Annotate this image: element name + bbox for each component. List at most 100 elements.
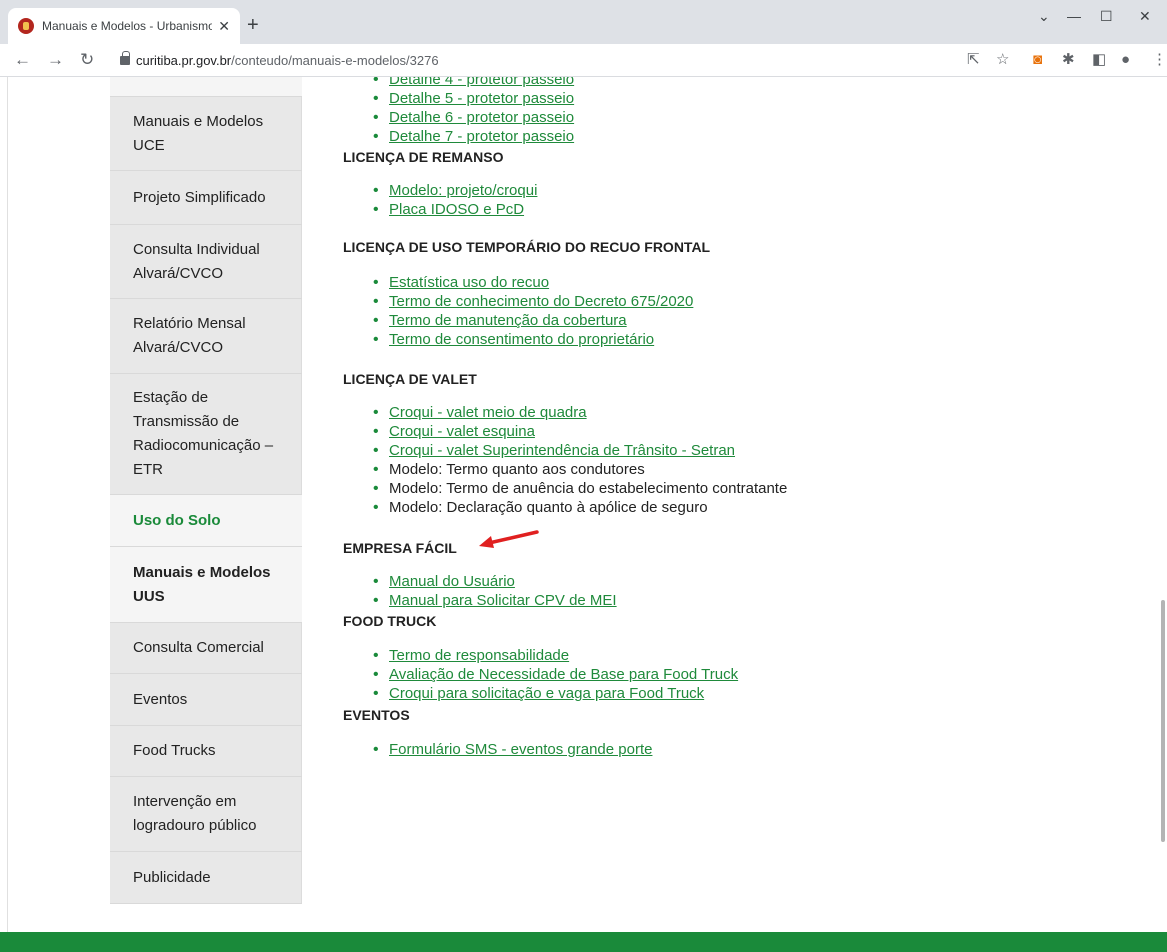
back-icon[interactable]: ← [14, 50, 31, 70]
document-link[interactable]: Detalhe 6 - protetor passeio [389, 109, 574, 126]
document-link[interactable]: Modelo: projeto/croqui [389, 182, 537, 199]
document-link[interactable]: Croqui - valet Superintendência de Trâns… [389, 442, 735, 459]
document-link[interactable]: Termo de manutenção da cobertura [389, 312, 627, 329]
side-panel-icon[interactable]: ◧ [1092, 50, 1106, 70]
sidebar-item-manuais-uus[interactable]: Manuais e Modelos UUS [110, 547, 302, 623]
sidebar-item-publicidade[interactable]: Publicidade [110, 852, 302, 904]
list-item[interactable]: Termo de manutenção da cobertura [373, 312, 627, 330]
document-link[interactable]: Detalhe 7 - protetor passeio [389, 128, 574, 145]
tab-close-icon[interactable]: ✕ [218, 18, 230, 35]
document-link[interactable]: Estatística uso do recuo [389, 274, 549, 291]
browser-tab[interactable]: Manuais e Modelos - Urbanismo ✕ [8, 8, 240, 44]
list-item[interactable]: Croqui - valet Superintendência de Trâns… [373, 442, 735, 460]
sidebar-item-label: Manuais e Modelos UUS [133, 563, 271, 605]
list-item: Modelo: Termo quanto aos condutores [373, 461, 645, 479]
sidebar-item-label: Uso do Solo [133, 511, 221, 529]
sidebar-item-consulta-individual[interactable]: Consulta Individual Alvará/CVCO [110, 225, 302, 299]
profile-avatar-icon[interactable]: ● [1121, 50, 1130, 70]
sidebar-item-manuais-uce[interactable]: Manuais e Modelos UCE [110, 97, 302, 171]
new-tab-button[interactable]: + [247, 15, 259, 35]
lock-icon[interactable] [120, 51, 130, 65]
url-domain: curitiba.pr.gov.br [136, 53, 232, 68]
sidebar-item-previous [110, 77, 302, 97]
sidebar-nav: Manuais e Modelos UCE Projeto Simplifica… [110, 77, 302, 904]
list-item[interactable]: Detalhe 7 - protetor passeio [373, 128, 574, 146]
minimize-button[interactable]: — [1067, 8, 1081, 24]
list-item[interactable]: Manual do Usuário [373, 573, 515, 591]
document-link[interactable]: Detalhe 4 - protetor passeio [389, 77, 574, 88]
maximize-button[interactable]: ☐ [1100, 8, 1113, 25]
section-heading: LICENÇA DE VALET [343, 371, 477, 387]
sidebar-item-label: Consulta Individual Alvará/CVCO [133, 240, 260, 282]
sidebar-item-label: Relatório Mensal Alvará/CVCO [133, 315, 246, 356]
close-window-button[interactable]: ✕ [1139, 8, 1151, 25]
sidebar-item-etr[interactable]: Estação de Transmissão de Radiocomunicaç… [110, 374, 302, 495]
list-item[interactable]: Modelo: projeto/croqui [373, 182, 537, 200]
reload-icon[interactable]: ↻ [80, 50, 94, 70]
sidebar-item-label: Intervenção em logradouro público [133, 793, 257, 834]
section-heading: EVENTOS [343, 707, 410, 723]
document-link[interactable]: Detalhe 5 - protetor passeio [389, 90, 574, 107]
list-item[interactable]: Detalhe 6 - protetor passeio [373, 109, 574, 127]
bookmark-star-icon[interactable]: ☆ [996, 50, 1009, 70]
document-link[interactable]: Termo de consentimento do proprietário [389, 331, 654, 348]
sidebar-item-label: Eventos [133, 690, 188, 708]
sidebar-item-label: Estação de Transmissão de Radiocomunicaç… [133, 389, 274, 478]
site-favicon-icon [18, 18, 34, 34]
document-link[interactable]: Croqui - valet meio de quadra [389, 404, 587, 421]
extension-icon[interactable]: ◙ [1033, 50, 1042, 70]
section-heading: FOOD TRUCK [343, 613, 437, 629]
sidebar-item-label: Manuais e Modelos UCE [133, 112, 264, 154]
list-item[interactable]: Croqui - valet meio de quadra [373, 404, 587, 422]
sidebar-item-intervencao[interactable]: Intervenção em logradouro público [110, 777, 302, 852]
list-item[interactable]: Manual para Solicitar CPV de MEI [373, 592, 617, 610]
list-item[interactable]: Formulário SMS - eventos grande porte [373, 741, 652, 759]
page-footer [0, 932, 1167, 952]
document-link[interactable]: Termo de conhecimento do Decreto 675/202… [389, 293, 693, 310]
list-item[interactable]: Termo de consentimento do proprietário [373, 331, 654, 349]
address-bar[interactable]: curitiba.pr.gov.br/conteudo/manuais-e-mo… [136, 53, 439, 68]
sidebar-item-uso-do-solo[interactable]: Uso do Solo [110, 495, 302, 547]
share-icon[interactable]: ⇱ [967, 50, 980, 70]
document-link[interactable]: Manual do Usuário [389, 573, 515, 590]
extensions-puzzle-icon[interactable]: ✱ [1062, 50, 1075, 70]
document-link[interactable]: Croqui - valet esquina [389, 423, 535, 440]
tab-search-icon[interactable]: ⌄ [1038, 8, 1050, 25]
sidebar-item-consulta-comercial[interactable]: Consulta Comercial [110, 623, 302, 674]
section-heading: LICENÇA DE USO TEMPORÁRIO DO RECUO FRONT… [343, 239, 711, 255]
page-left-border [7, 77, 8, 952]
list-item[interactable]: Placa IDOSO e PcD [373, 201, 524, 219]
list-item[interactable]: Croqui para solicitação e vaga para Food… [373, 685, 704, 703]
section-heading: EMPRESA FÁCIL [343, 540, 457, 556]
document-link[interactable]: Termo de responsabilidade [389, 647, 569, 664]
tab-title: Manuais e Modelos - Urbanismo [42, 19, 213, 33]
sidebar-item-label: Publicidade [133, 868, 211, 886]
list-item[interactable]: Termo de conhecimento do Decreto 675/202… [373, 293, 693, 311]
list-item[interactable]: Avaliação de Necessidade de Base para Fo… [373, 666, 738, 684]
sidebar-item-eventos[interactable]: Eventos [110, 674, 302, 726]
browser-toolbar: ← → ↻ curitiba.pr.gov.br/conteudo/manuai… [0, 44, 1167, 77]
list-item[interactable]: Termo de responsabilidade [373, 647, 569, 665]
browser-chrome: Manuais e Modelos - Urbanismo ✕ + ⌄ — ☐ … [0, 0, 1167, 77]
document-link[interactable]: Avaliação de Necessidade de Base para Fo… [389, 666, 738, 683]
page-scrollbar[interactable] [1161, 600, 1165, 842]
tab-strip: Manuais e Modelos - Urbanismo ✕ + ⌄ — ☐ … [0, 0, 1167, 44]
list-item[interactable]: Detalhe 5 - protetor passeio [373, 90, 574, 108]
main-content: Detalhe 4 - protetor passeio Detalhe 5 -… [343, 77, 1123, 904]
list-item[interactable]: Croqui - valet esquina [373, 423, 535, 441]
document-link[interactable]: Formulário SMS - eventos grande porte [389, 741, 652, 758]
sidebar-item-food-trucks[interactable]: Food Trucks [110, 726, 302, 777]
menu-kebab-icon[interactable]: ⋮ [1152, 50, 1167, 70]
sidebar-item-label: Food Trucks [133, 742, 216, 759]
sidebar-item-relatorio-mensal[interactable]: Relatório Mensal Alvará/CVCO [110, 299, 302, 374]
sidebar-item-projeto-simplificado[interactable]: Projeto Simplificado [110, 171, 302, 225]
sidebar-item-label: Projeto Simplificado [133, 188, 266, 206]
list-item: Modelo: Declaração quanto à apólice de s… [373, 499, 708, 517]
list-item[interactable]: Detalhe 4 - protetor passeio [373, 77, 574, 89]
document-link[interactable]: Croqui para solicitação e vaga para Food… [389, 685, 704, 702]
list-item[interactable]: Estatística uso do recuo [373, 274, 549, 292]
document-link[interactable]: Placa IDOSO e PcD [389, 201, 524, 218]
document-link[interactable]: Manual para Solicitar CPV de MEI [389, 592, 617, 609]
forward-icon[interactable]: → [47, 50, 64, 70]
annotation-arrow-icon [479, 530, 539, 548]
